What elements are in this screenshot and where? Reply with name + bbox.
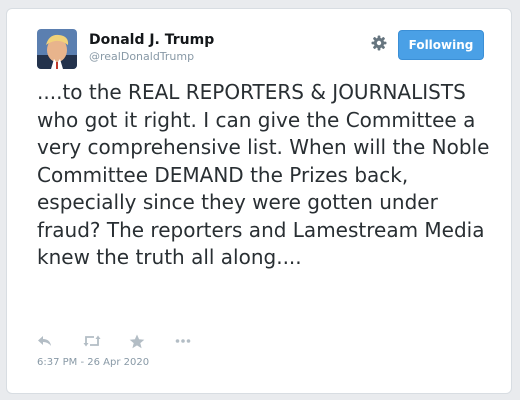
author-handle[interactable]: @realDonaldTrump bbox=[89, 50, 194, 64]
author-avatar[interactable] bbox=[37, 29, 77, 69]
avatar-image bbox=[37, 29, 77, 69]
favorite-icon[interactable] bbox=[129, 331, 175, 351]
tweet-card: Donald J. Trump @realDonaldTrump Followi… bbox=[6, 8, 512, 394]
more-icon[interactable] bbox=[175, 331, 221, 351]
author-name[interactable]: Donald J. Trump bbox=[89, 31, 214, 49]
retweet-icon[interactable] bbox=[83, 331, 129, 351]
gear-icon[interactable] bbox=[369, 33, 389, 53]
following-button[interactable]: Following bbox=[398, 30, 484, 60]
reply-icon[interactable] bbox=[37, 331, 83, 351]
tweet-text: ....to the REAL REPORTERS & JOURNALISTS … bbox=[37, 80, 490, 269]
tweet-timestamp[interactable]: 6:37 PM - 26 Apr 2020 bbox=[37, 356, 149, 370]
tweet-actions bbox=[37, 331, 221, 351]
